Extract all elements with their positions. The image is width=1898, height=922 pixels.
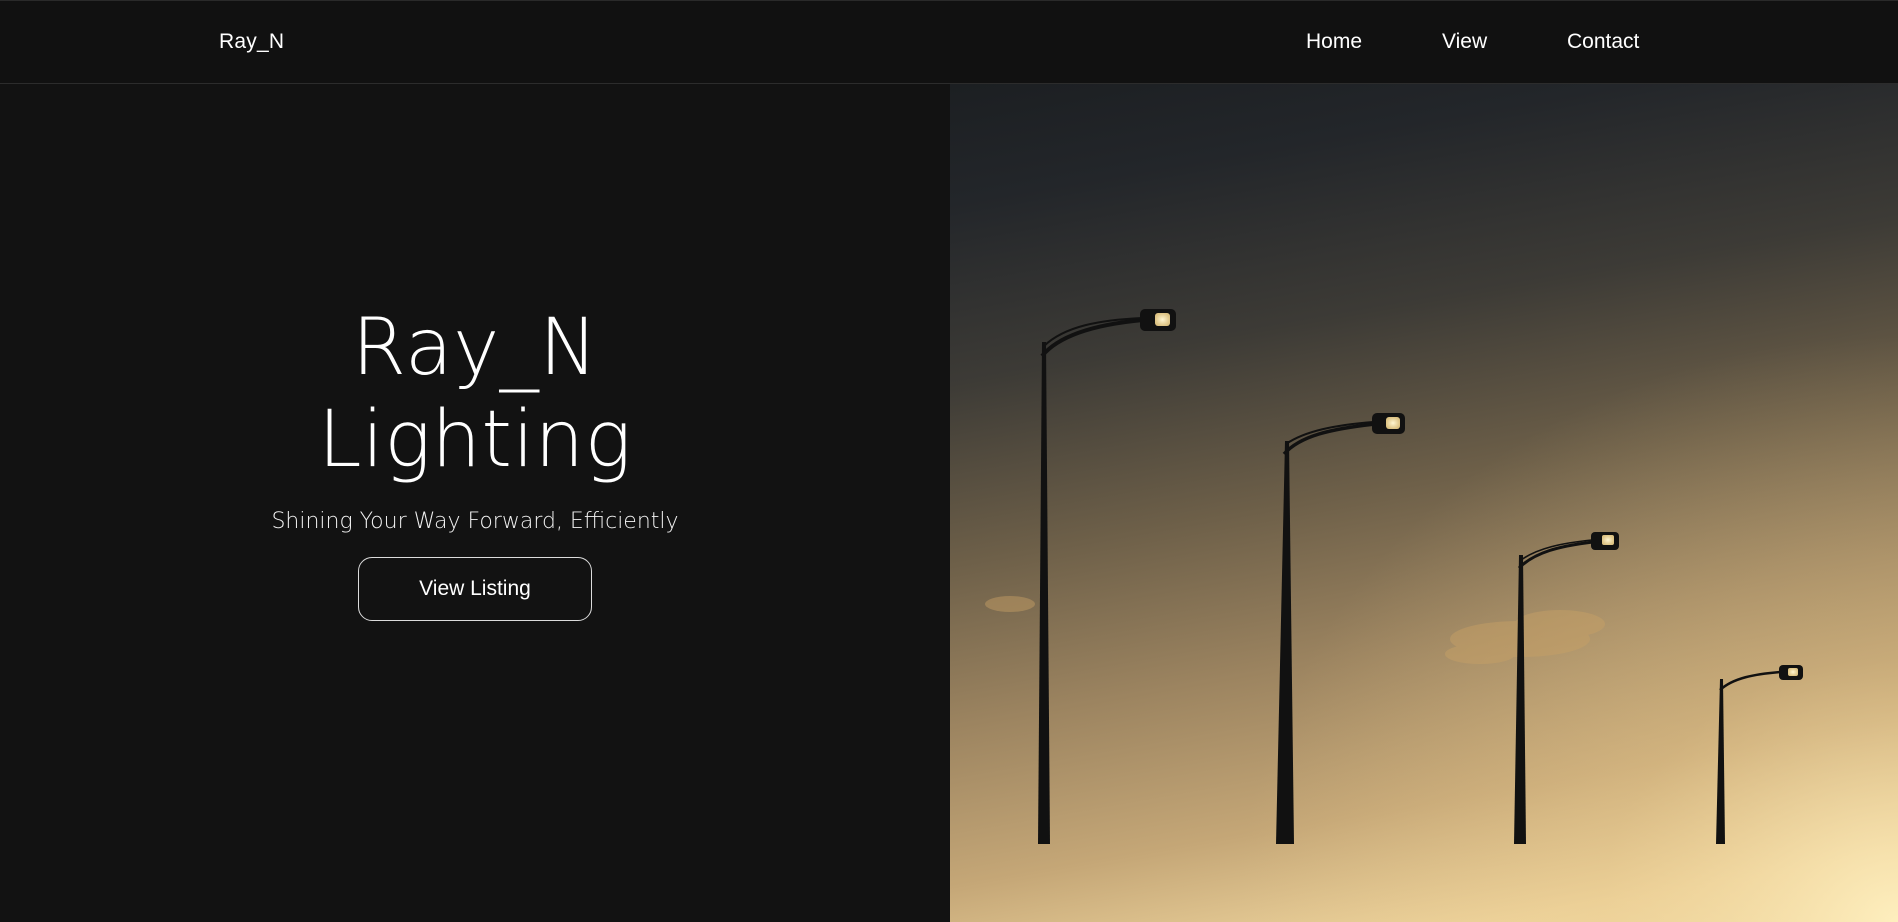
hero-street-lamps-image <box>950 84 1898 922</box>
hero-title-line-2: Lighting <box>318 395 632 485</box>
nav-link-view[interactable]: View <box>1442 30 1487 54</box>
nav-link-contact[interactable]: Contact <box>1567 30 1639 54</box>
street-lamps-illustration <box>950 84 1898 922</box>
navbar: Ray_N Home View Contact <box>0 0 1898 84</box>
hero-title-line-1: Ray_N <box>351 303 599 393</box>
hero-subtitle: Shining Your Way Forward, Efficiently <box>271 509 679 534</box>
hero-text-panel: Ray_N Lighting Shining Your Way Forward,… <box>0 84 950 922</box>
main-nav: Home View Contact <box>0 30 1898 60</box>
page: Ray_N Home View Contact Ray_N Lighting S… <box>0 0 1898 922</box>
hero-title: Ray_N Lighting <box>0 302 950 486</box>
view-listing-button[interactable]: View Listing <box>358 557 592 621</box>
nav-link-home[interactable]: Home <box>1306 30 1362 54</box>
